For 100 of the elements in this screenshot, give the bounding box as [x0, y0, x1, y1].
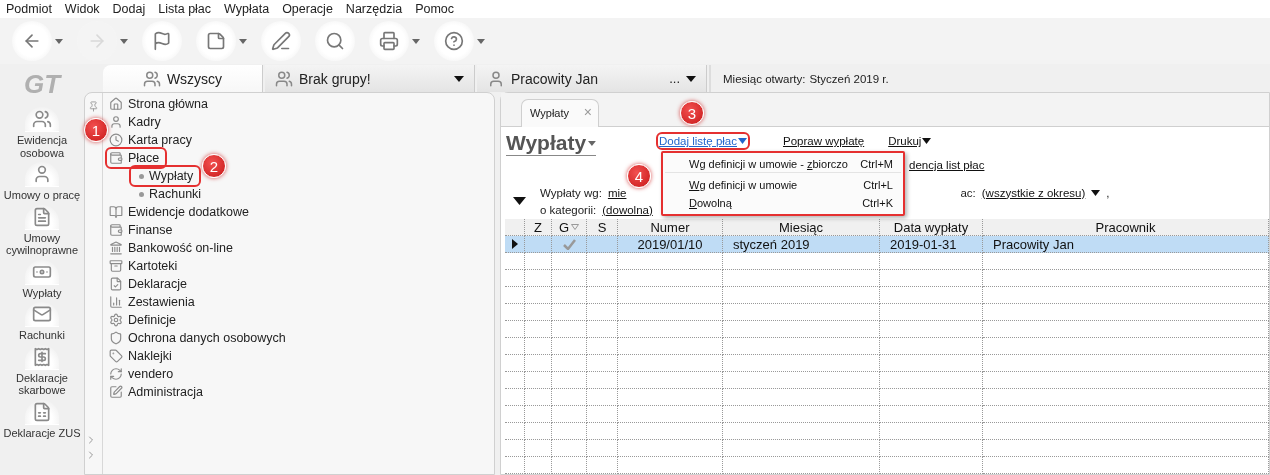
comma-text: ,	[1106, 186, 1110, 199]
settings-icon	[109, 313, 123, 327]
people-icon	[142, 69, 161, 88]
caret-icon	[55, 38, 63, 44]
nav-button[interactable]: Ewidencja osobowa	[0, 107, 84, 159]
page-title[interactable]: Wypłaty	[506, 131, 596, 156]
toolbar-button[interactable]	[369, 21, 409, 61]
filter-label: ac:	[960, 186, 976, 199]
person-icon	[487, 69, 505, 88]
caret-icon	[120, 38, 128, 44]
row-pointer-icon	[511, 239, 518, 249]
tree-item[interactable]: Ewidencje dodatkowe	[107, 203, 255, 221]
group-tab[interactable]: Brak grupy!	[265, 65, 475, 92]
tree-item[interactable]: Zestawienia	[107, 293, 201, 311]
tree-item[interactable]: Kadry	[107, 113, 167, 131]
menu-item[interactable]: Wypłata	[224, 2, 278, 16]
tree-item[interactable]: Naklejki	[107, 347, 178, 365]
printer-icon	[379, 31, 399, 51]
nav-button[interactable]: Deklaracje skarbowe	[0, 344, 84, 397]
filter-link[interactable]: (dowolna)	[602, 203, 653, 216]
menu-item[interactable]: Narzędzia	[345, 2, 411, 16]
nav-button[interactable]: Rachunki	[19, 302, 65, 342]
nav-button[interactable]: Umowy cywilnoprawne	[0, 204, 84, 257]
book-icon	[109, 205, 123, 219]
tree-item[interactable]: Deklaracje	[107, 275, 194, 293]
search-icon	[325, 31, 345, 51]
link[interactable]: dencja list płac	[909, 159, 985, 177]
clock-icon	[109, 133, 123, 147]
home-icon	[109, 97, 123, 111]
toolbar-button[interactable]	[142, 21, 182, 61]
menu-item[interactable]: Dodaj	[112, 2, 154, 16]
people-icon	[25, 107, 59, 132]
caret-icon	[738, 138, 747, 144]
tree-item[interactable]: Definicje	[107, 311, 182, 329]
action-link[interactable]: Drukuj	[888, 135, 932, 147]
tree-item[interactable]: Wypłaty	[131, 167, 200, 185]
menu-item[interactable]: Wg definicji w umowie Ctrl+L	[665, 176, 901, 194]
caret-icon	[454, 75, 464, 82]
open-month-value: Styczeń 2019 r.	[809, 72, 889, 85]
action-link[interactable]: Dodaj listę płac	[659, 135, 747, 147]
shield-icon	[109, 331, 123, 345]
tree-item[interactable]: Administracja	[107, 383, 210, 401]
tree-item[interactable]: Kartoteki	[107, 257, 184, 275]
nav-button[interactable]: Umowy o pracę	[3, 162, 81, 202]
toolbar-button[interactable]	[434, 21, 474, 61]
receipt-icon	[25, 344, 59, 370]
tree-item[interactable]: Rachunki	[131, 185, 208, 203]
document-tab[interactable]: Wypłaty ×	[521, 99, 599, 127]
tree-item[interactable]: Strona główna	[107, 95, 214, 113]
banknote-icon	[25, 259, 59, 285]
spreadsheet-icon	[25, 399, 59, 425]
document-icon	[109, 277, 123, 291]
menu-item[interactable]: Lista płac	[158, 2, 220, 16]
tree-item[interactable]: Bankowość on-line	[107, 239, 239, 257]
archive-icon	[109, 259, 123, 273]
wallet-icon	[109, 151, 123, 165]
caret-icon	[686, 75, 696, 82]
chart-icon	[109, 295, 123, 309]
help-icon	[444, 31, 464, 51]
document-icon	[25, 204, 59, 230]
filter-link[interactable]: (wszystkie z okresu)	[981, 186, 1086, 199]
tree-item[interactable]: Płace	[107, 149, 166, 167]
filter-link[interactable]: mie	[607, 186, 627, 199]
people-icon	[275, 69, 293, 88]
group-tab[interactable]: Wszyscy	[103, 65, 263, 92]
bullet-icon	[139, 173, 144, 179]
refresh-icon	[109, 367, 123, 381]
menu-item[interactable]: Pomoc	[415, 2, 463, 16]
toolbar-button[interactable]	[261, 21, 301, 61]
toolbar-button[interactable]	[315, 21, 355, 61]
caret-icon	[477, 38, 485, 44]
person-icon	[109, 115, 123, 129]
tree-item[interactable]: vendero	[107, 365, 180, 383]
nav-button[interactable]: Deklaracje ZUS	[3, 399, 81, 439]
tree-item[interactable]: Ochrona danych osobowych	[107, 329, 292, 347]
envelope-icon	[25, 302, 59, 327]
tag-icon	[109, 349, 123, 363]
filter-icon	[571, 224, 580, 230]
tree-item[interactable]: Finanse	[107, 221, 179, 239]
menu-item[interactable]: Podmiot	[6, 2, 60, 16]
person-icon	[25, 162, 59, 187]
action-link[interactable]: Popraw wypłatę	[783, 135, 865, 147]
collapse-icon[interactable]	[513, 197, 526, 205]
table-row[interactable]: 2019/01/10 styczeń 2019 2019-01-31 Pracowity Jan	[505, 236, 1269, 253]
menu-item[interactable]: Widok	[64, 2, 108, 16]
bank-icon	[109, 241, 123, 255]
tree-item[interactable]: Karta pracy	[107, 131, 198, 149]
toolbar-button[interactable]	[196, 21, 236, 61]
toolbar-button[interactable]	[12, 21, 52, 61]
wallet-icon	[109, 223, 123, 237]
menu-item[interactable]: Operacje	[282, 2, 341, 16]
nav-button[interactable]: Wypłaty	[22, 259, 62, 299]
caret-icon	[1091, 189, 1101, 196]
flag-icon	[152, 31, 172, 51]
group-tab[interactable]: Pracowity Jan ...	[477, 65, 707, 92]
filter-label: Wypłaty wg:	[540, 186, 602, 199]
edit-icon	[109, 385, 123, 399]
menu-item[interactable]: Dowolną Ctrl+K	[665, 194, 901, 212]
note-icon	[206, 31, 226, 51]
caret-icon	[922, 138, 932, 144]
